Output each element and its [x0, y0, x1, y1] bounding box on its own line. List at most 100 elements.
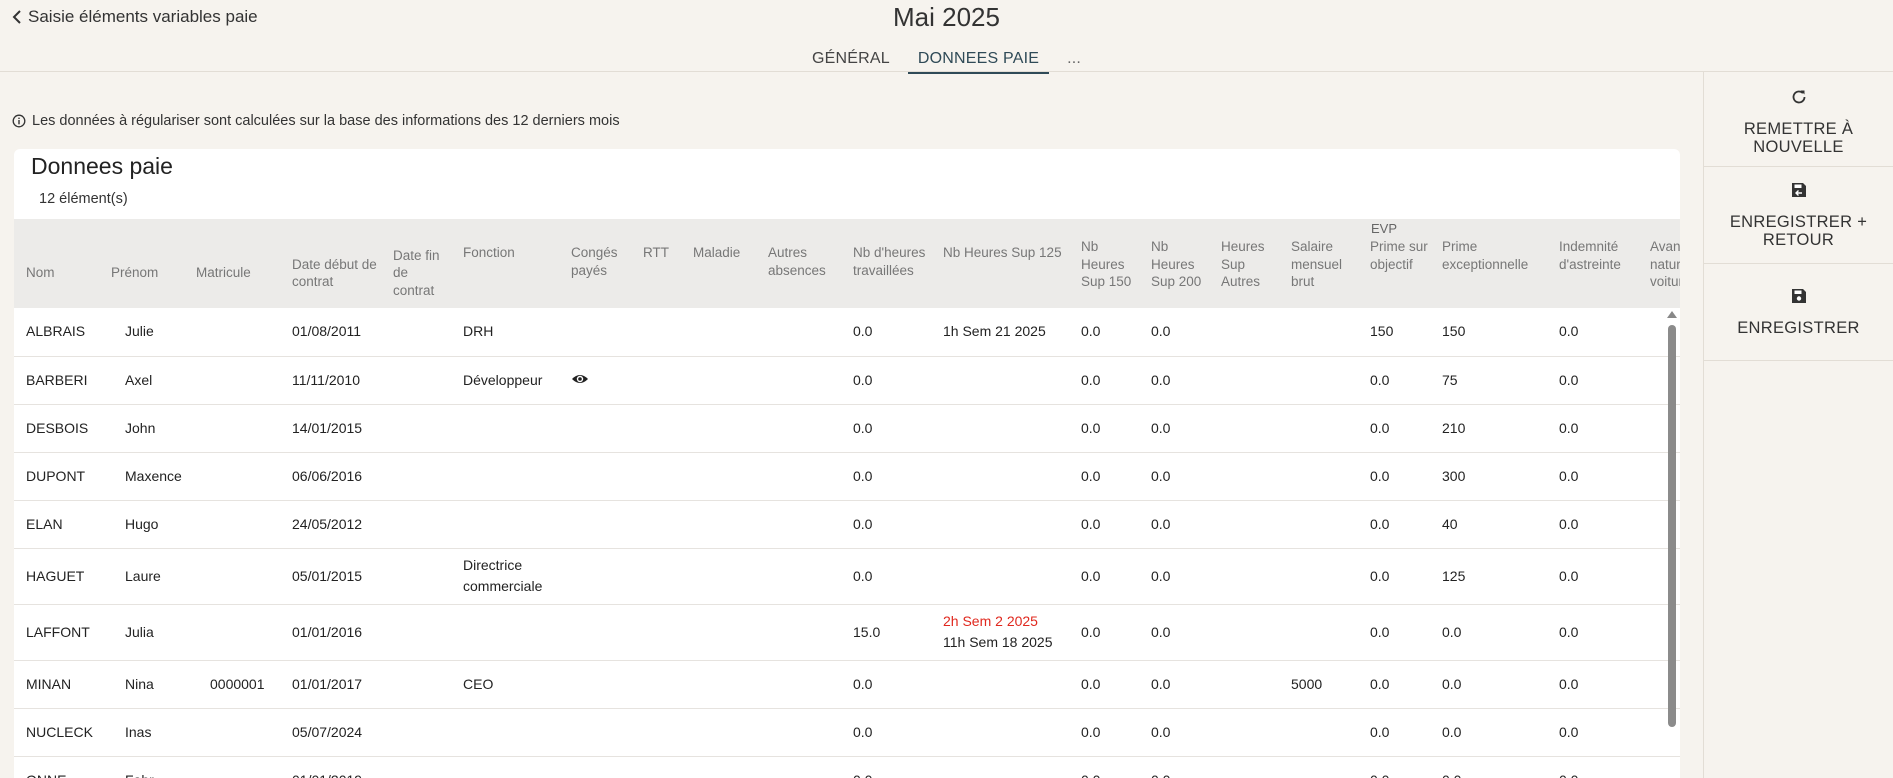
- col-hs150[interactable]: Nb Heures Sup 150: [1075, 238, 1145, 308]
- cell-hs125[interactable]: [937, 500, 1075, 549]
- cell-hs200[interactable]: 0.0: [1145, 308, 1215, 357]
- cell-astreinte[interactable]: 0.0: [1553, 604, 1644, 661]
- table-row[interactable]: LAFFONT Julia 01/01/2016 15.0 2h Sem 2 2…: [14, 604, 1680, 661]
- back-link[interactable]: Saisie éléments variables paie: [12, 7, 258, 27]
- cell-prime-objectif[interactable]: 0.0: [1364, 708, 1436, 757]
- table-row[interactable]: ONNE Fabr 01/01/2019 0.0 0.0 0.0: [14, 756, 1680, 778]
- cell-prime-objectif[interactable]: 0.0: [1364, 356, 1436, 405]
- col-date-debut[interactable]: Date début de contrat: [286, 238, 387, 308]
- col-astreinte[interactable]: Indemnité d'astreinte: [1553, 238, 1644, 308]
- cell-prime-exceptionnelle[interactable]: 125: [1436, 548, 1553, 605]
- col-salaire[interactable]: Salaire mensuel brut: [1285, 238, 1364, 308]
- cell-prime-objectif[interactable]: 0.0: [1364, 404, 1436, 453]
- cell-hs150[interactable]: 0.0: [1075, 660, 1145, 709]
- cell-astreinte[interactable]: 0.0: [1553, 756, 1644, 778]
- cell-prime-objectif[interactable]: 150: [1364, 308, 1436, 357]
- cell-hs200[interactable]: 0.0: [1145, 604, 1215, 661]
- col-hs125[interactable]: Nb Heures Sup 125: [937, 238, 1075, 308]
- cell-hs200[interactable]: 0.0: [1145, 756, 1215, 778]
- cell-nb-heures[interactable]: 0.0: [847, 548, 937, 605]
- cell-hs-autres[interactable]: [1215, 404, 1285, 453]
- cell-hs200[interactable]: 0.0: [1145, 452, 1215, 501]
- cell-hs150[interactable]: 0.0: [1075, 404, 1145, 453]
- cell-hs200[interactable]: 0.0: [1145, 548, 1215, 605]
- cell-astreinte[interactable]: 0.0: [1553, 708, 1644, 757]
- cell-salaire[interactable]: 5000: [1285, 660, 1364, 709]
- cell-hs-autres[interactable]: [1215, 604, 1285, 661]
- cell-nb-heures[interactable]: 0.0: [847, 756, 937, 778]
- cell-hs150[interactable]: 0.0: [1075, 604, 1145, 661]
- cell-salaire[interactable]: [1285, 356, 1364, 405]
- cell-salaire[interactable]: [1285, 708, 1364, 757]
- table-row[interactable]: NUCLECK Inas 05/07/2024 0.0 0.0 0.0 0.0 …: [14, 708, 1680, 757]
- cell-prime-exceptionnelle[interactable]: 0.0: [1436, 708, 1553, 757]
- tab-donnees-paie[interactable]: DONNEES PAIE: [907, 48, 1050, 74]
- col-autres-absences[interactable]: Autres absences: [762, 238, 847, 308]
- cell-prime-exceptionnelle[interactable]: 300: [1436, 452, 1553, 501]
- cell-hs150[interactable]: 0.0: [1075, 756, 1145, 778]
- table-row[interactable]: DUPONT Maxence 06/06/2016 0.0 0.0 0.0 0.…: [14, 452, 1680, 501]
- cell-hs125[interactable]: [937, 452, 1075, 501]
- table-scrollbar[interactable]: [1666, 311, 1678, 778]
- cell-salaire[interactable]: [1285, 604, 1364, 661]
- cell-astreinte[interactable]: 0.0: [1553, 660, 1644, 709]
- cell-prime-exceptionnelle[interactable]: 0.0: [1436, 756, 1553, 778]
- cell-prime-objectif[interactable]: 0.0: [1364, 500, 1436, 549]
- cell-nb-heures[interactable]: 0.0: [847, 708, 937, 757]
- cell-prime-exceptionnelle[interactable]: 40: [1436, 500, 1553, 549]
- col-date-fin[interactable]: Date fin de contrat: [387, 238, 457, 308]
- cell-hs200[interactable]: 0.0: [1145, 708, 1215, 757]
- col-fonction[interactable]: Fonction: [457, 238, 565, 308]
- cell-nb-heures[interactable]: 0.0: [847, 660, 937, 709]
- cell-salaire[interactable]: [1285, 500, 1364, 549]
- reset-button[interactable]: REMETTRE À NOUVELLE: [1704, 72, 1893, 167]
- cell-hs-autres[interactable]: [1215, 548, 1285, 605]
- cell-hs150[interactable]: 0.0: [1075, 452, 1145, 501]
- cell-hs-autres[interactable]: [1215, 756, 1285, 778]
- cell-nb-heures[interactable]: 0.0: [847, 452, 937, 501]
- scrollbar-thumb[interactable]: [1668, 325, 1676, 727]
- col-avantage-nature[interactable]: Avantage en nature voiture: [1644, 238, 1680, 308]
- cell-salaire[interactable]: [1285, 404, 1364, 453]
- col-matricule[interactable]: Matricule: [190, 238, 286, 308]
- cell-prime-exceptionnelle[interactable]: 0.0: [1436, 604, 1553, 661]
- cell-astreinte[interactable]: 0.0: [1553, 452, 1644, 501]
- cell-prime-exceptionnelle[interactable]: 0.0: [1436, 660, 1553, 709]
- cell-hs-autres[interactable]: [1215, 308, 1285, 357]
- col-maladie[interactable]: Maladie: [687, 238, 762, 308]
- table-row[interactable]: ALBRAIS Julie 01/08/2011 DRH 0.0 1h Sem …: [14, 308, 1680, 357]
- cell-prime-objectif[interactable]: 0.0: [1364, 604, 1436, 661]
- cell-prime-objectif[interactable]: 0.0: [1364, 660, 1436, 709]
- cell-hs150[interactable]: 0.0: [1075, 500, 1145, 549]
- cell-hs200[interactable]: 0.0: [1145, 660, 1215, 709]
- save-button[interactable]: ENREGISTRER: [1704, 264, 1893, 361]
- cell-prime-objectif[interactable]: 0.0: [1364, 452, 1436, 501]
- cell-nb-heures[interactable]: 0.0: [847, 308, 937, 357]
- cell-nb-heures[interactable]: 0.0: [847, 404, 937, 453]
- cell-hs150[interactable]: 0.0: [1075, 308, 1145, 357]
- col-nb-heures[interactable]: Nb d'heures travaillées: [847, 238, 937, 308]
- col-hs200[interactable]: Nb Heures Sup 200: [1145, 238, 1215, 308]
- cell-hs200[interactable]: 0.0: [1145, 500, 1215, 549]
- col-hs-autres[interactable]: Heures Sup Autres: [1215, 238, 1285, 308]
- col-prime-objectif[interactable]: Prime sur objectif: [1364, 238, 1436, 308]
- scroll-up-arrow-icon[interactable]: [1667, 311, 1677, 318]
- cell-hs-autres[interactable]: [1215, 452, 1285, 501]
- cell-salaire[interactable]: [1285, 452, 1364, 501]
- cell-prime-objectif[interactable]: 0.0: [1364, 548, 1436, 605]
- cell-salaire[interactable]: [1285, 308, 1364, 357]
- cell-salaire[interactable]: [1285, 756, 1364, 778]
- table-row[interactable]: BARBERI Axel 11/11/2010 Développeur 0.0: [14, 356, 1680, 405]
- tab-general[interactable]: GÉNÉRAL: [802, 48, 900, 74]
- cell-nb-heures[interactable]: 15.0: [847, 604, 937, 661]
- cell-hs-autres[interactable]: [1215, 708, 1285, 757]
- cell-prime-exceptionnelle[interactable]: 150: [1436, 308, 1553, 357]
- cell-astreinte[interactable]: 0.0: [1553, 404, 1644, 453]
- cell-hs125[interactable]: [937, 708, 1075, 757]
- cell-hs125[interactable]: [937, 356, 1075, 405]
- cell-hs150[interactable]: 0.0: [1075, 356, 1145, 405]
- cell-nb-heures[interactable]: 0.0: [847, 356, 937, 405]
- cell-hs125[interactable]: [937, 404, 1075, 453]
- cell-prime-objectif[interactable]: 0.0: [1364, 756, 1436, 778]
- cell-astreinte[interactable]: 0.0: [1553, 548, 1644, 605]
